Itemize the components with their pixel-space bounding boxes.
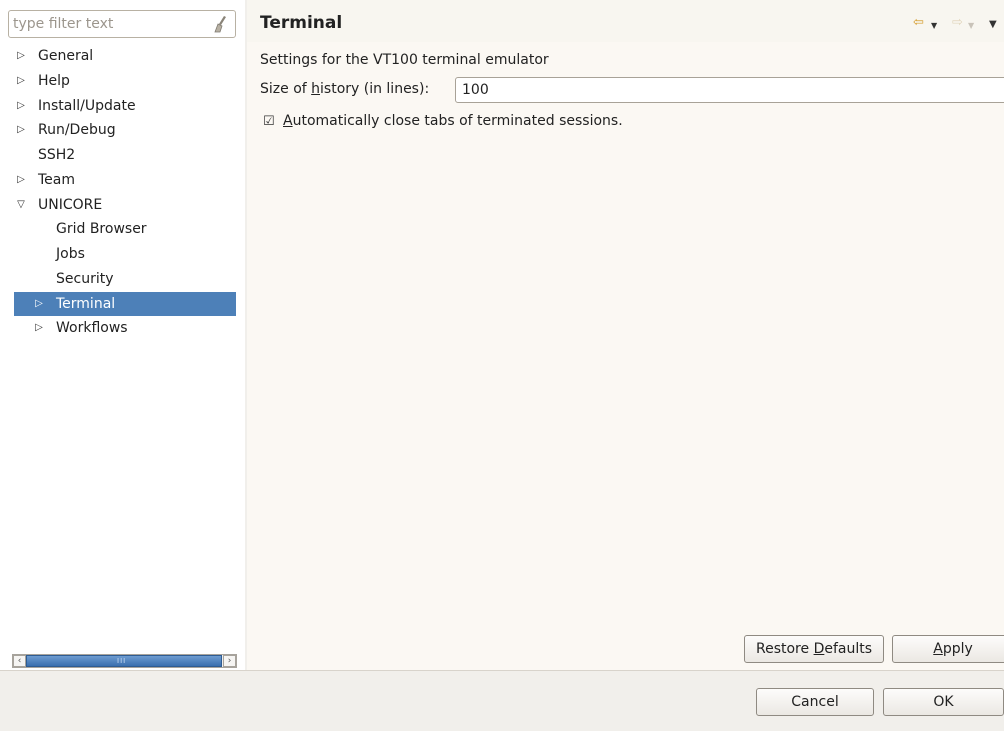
history-navigation: ⇦ ▼ ⇨ ▼ ▼ xyxy=(913,15,1003,35)
tree-item-label: Team xyxy=(38,172,76,188)
checkbox-checked-icon[interactable]: ☑ xyxy=(263,114,275,129)
history-size-label: Size of history (in lines): xyxy=(260,81,430,97)
tree-item-label: General xyxy=(38,48,94,64)
chevron-down-icon[interactable]: ▼ xyxy=(931,18,937,34)
tree-item-security[interactable]: Security xyxy=(14,267,236,291)
apply-button[interactable]: Apply xyxy=(892,635,1004,663)
tree-item-label: Grid Browser xyxy=(56,221,147,237)
autoclose-label: Automatically close tabs of terminated s… xyxy=(283,113,623,129)
tree-item-install-update[interactable]: ▷ Install/Update xyxy=(14,94,236,118)
tree-item-help[interactable]: ▷ Help xyxy=(14,69,236,93)
grip-icon: III xyxy=(117,657,127,665)
horizontal-scrollbar[interactable]: ‹ III › xyxy=(12,654,237,668)
tree-item-label: Terminal xyxy=(56,296,116,312)
preference-page: Terminal ⇦ ▼ ⇨ ▼ ▼ Settings for the VT10… xyxy=(247,0,1004,670)
broom-icon[interactable] xyxy=(213,15,229,33)
page-title: Terminal xyxy=(260,13,343,33)
filter-input[interactable] xyxy=(13,14,209,34)
page-description: Settings for the VT100 terminal emulator xyxy=(260,52,549,68)
tree-item-label: Run/Debug xyxy=(38,122,116,138)
tree-item-run-debug[interactable]: ▷ Run/Debug xyxy=(14,118,236,142)
preference-tree-panel: ▷ General ▷ Help ▷ Install/Update ▷ Run/… xyxy=(0,0,245,670)
scrollbar-thumb[interactable]: III xyxy=(26,655,222,667)
tree-item-label: Help xyxy=(38,73,70,89)
filter-field[interactable] xyxy=(8,10,236,38)
scroll-left-icon[interactable]: ‹ xyxy=(13,655,26,667)
tree-item-label: Jobs xyxy=(56,246,85,262)
history-size-input[interactable] xyxy=(455,77,1004,103)
view-menu-icon[interactable]: ▼ xyxy=(989,17,997,33)
expand-arrow-icon[interactable]: ▷ xyxy=(14,168,28,192)
expand-arrow-icon[interactable]: ▷ xyxy=(14,94,28,118)
ok-button[interactable]: OK xyxy=(883,688,1004,716)
tree-item-terminal[interactable]: ▷ Terminal xyxy=(14,292,236,316)
tree-item-workflows[interactable]: ▷ Workflows xyxy=(14,316,236,340)
tree-item-general[interactable]: ▷ General xyxy=(14,44,236,68)
collapse-arrow-icon[interactable]: ▽ xyxy=(14,193,28,217)
tree-item-label: Install/Update xyxy=(38,98,136,114)
page-header: Terminal ⇦ ▼ ⇨ ▼ ▼ xyxy=(247,0,1004,42)
expand-arrow-icon[interactable]: ▷ xyxy=(32,316,46,340)
cancel-button[interactable]: Cancel xyxy=(756,688,874,716)
tree-item-label: Workflows xyxy=(56,320,128,336)
expand-arrow-icon[interactable]: ▷ xyxy=(14,69,28,93)
tree-item-label: UNICORE xyxy=(38,197,103,213)
expand-arrow-icon[interactable]: ▷ xyxy=(14,118,28,142)
dialog-button-bar: Cancel OK xyxy=(0,670,1004,731)
expand-arrow-icon[interactable]: ▷ xyxy=(14,44,28,68)
tree-item-grid-browser[interactable]: Grid Browser xyxy=(14,217,236,241)
tree-item-label: Security xyxy=(56,271,114,287)
expand-arrow-icon[interactable]: ▷ xyxy=(32,292,46,316)
back-arrow-icon[interactable]: ⇦ xyxy=(913,15,924,31)
tree-item-unicore[interactable]: ▽ UNICORE xyxy=(14,193,236,217)
chevron-down-icon[interactable]: ▼ xyxy=(968,18,974,34)
tree-item-team[interactable]: ▷ Team xyxy=(14,168,236,192)
restore-defaults-button[interactable]: Restore Defaults xyxy=(744,635,884,663)
tree-item-ssh2[interactable]: SSH2 xyxy=(14,143,236,167)
forward-arrow-icon[interactable]: ⇨ xyxy=(952,15,963,31)
tree-item-label: SSH2 xyxy=(38,147,76,163)
scroll-right-icon[interactable]: › xyxy=(223,655,236,667)
tree-item-jobs[interactable]: Jobs xyxy=(14,242,236,266)
